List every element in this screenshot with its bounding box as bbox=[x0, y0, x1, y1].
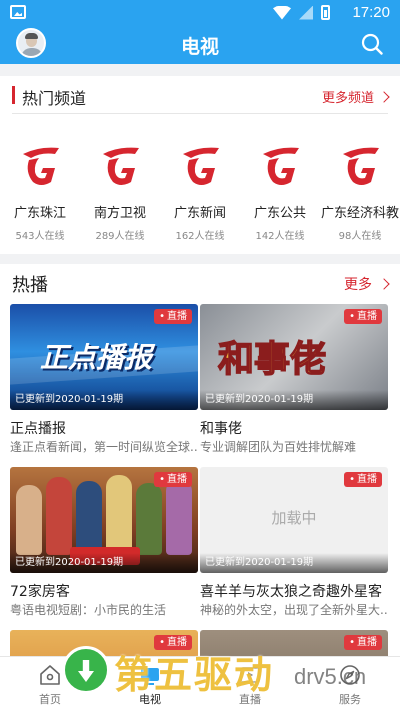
channel-viewers: 142人在线 bbox=[255, 231, 305, 242]
wifi-icon bbox=[273, 5, 291, 20]
home-icon bbox=[40, 665, 60, 685]
search-icon[interactable] bbox=[360, 32, 384, 56]
show-title: 72家房客 bbox=[10, 584, 70, 600]
more-shows-link[interactable]: 更多 bbox=[344, 274, 390, 294]
tab-live[interactable]: 直播 bbox=[200, 657, 300, 711]
channel-viewers: 543人在线 bbox=[15, 231, 65, 242]
live-icon bbox=[240, 667, 260, 683]
channel-item[interactable]: 广东公共 142人在线 bbox=[240, 140, 320, 250]
compass-icon bbox=[340, 665, 360, 685]
tab-label: 服务 bbox=[339, 693, 361, 706]
gallery-notification-icon bbox=[10, 5, 26, 19]
channel-name: 广东经济科教 bbox=[320, 206, 399, 221]
update-info: 已更新到2020-01-19期 bbox=[200, 553, 388, 573]
channel-name: 南方卫视 bbox=[93, 206, 146, 221]
channel-viewers: 289人在线 bbox=[95, 231, 145, 242]
divider bbox=[12, 113, 388, 114]
channel-item[interactable]: 广东珠江 543人在线 bbox=[0, 140, 80, 250]
battery-icon bbox=[321, 5, 330, 20]
show-title: 和事佬 bbox=[200, 421, 242, 437]
show-thumbnail: 正点播报 直播 已更新到2020-01-19期 bbox=[10, 304, 198, 410]
channel-logo-icon bbox=[103, 147, 139, 185]
channel-name: 广东珠江 bbox=[13, 206, 66, 221]
update-info: 已更新到2020-01-19期 bbox=[10, 390, 198, 410]
channel-viewers: 162人在线 bbox=[175, 231, 225, 242]
more-channels-link[interactable]: 更多频道 bbox=[321, 87, 390, 106]
tab-label: 直播 bbox=[239, 693, 261, 706]
show-thumbnail: 加载中 直播 已更新到2020-01-19期 bbox=[200, 467, 388, 573]
thumbnail-caption: 正点播报 bbox=[40, 341, 153, 374]
live-badge: 直播 bbox=[344, 472, 382, 487]
show-description: 逢正点看新闻，第一时间纵览全球... bbox=[10, 440, 198, 454]
app-header: 电视 bbox=[0, 26, 400, 64]
show-thumbnail: 直播 已更新到2020-01-19期 bbox=[10, 467, 198, 573]
channel-item[interactable]: 广东新闻 162人在线 bbox=[160, 140, 240, 250]
channel-viewers: 98人在线 bbox=[338, 231, 382, 242]
section-gap bbox=[0, 254, 400, 264]
live-badge: 直播 bbox=[154, 635, 192, 650]
live-badge: 直播 bbox=[344, 309, 382, 324]
update-info: 已更新到2020-01-19期 bbox=[10, 553, 198, 573]
show-title: 喜羊羊与灰太狼之奇趣外星客 bbox=[200, 584, 382, 600]
channel-item[interactable]: 广东经济科教 98人在线 bbox=[320, 140, 400, 250]
more-shows-label: 更多 bbox=[344, 277, 372, 293]
status-time: 17:20 bbox=[352, 4, 390, 21]
show-description: 神秘的外太空，出现了全新外星大... bbox=[200, 603, 388, 617]
channel-logo-icon bbox=[183, 147, 219, 185]
channel-name: 广东新闻 bbox=[173, 206, 226, 221]
channel-item[interactable]: 南方卫视 289人在线 bbox=[80, 140, 160, 250]
chevron-right-icon bbox=[378, 90, 390, 103]
signal-icon bbox=[299, 5, 313, 20]
tab-tv[interactable]: 电视 bbox=[100, 657, 200, 711]
live-badge: 直播 bbox=[344, 635, 382, 650]
show-description: 粤语电视短剧：小市民的生活 bbox=[10, 603, 167, 617]
section-gap bbox=[0, 64, 400, 76]
channel-logo-icon bbox=[343, 147, 379, 185]
section-accent-bar bbox=[12, 86, 15, 104]
update-info: 已更新到2020-01-19期 bbox=[200, 390, 388, 410]
channel-logo-icon bbox=[23, 147, 59, 185]
tab-service[interactable]: 服务 bbox=[300, 657, 400, 711]
tv-icon bbox=[141, 668, 159, 685]
page-title: 电视 bbox=[180, 36, 219, 58]
channel-name: 广东公共 bbox=[253, 206, 306, 221]
thumbnail-caption: 和事佬 bbox=[217, 338, 327, 381]
show-title: 正点播报 bbox=[10, 421, 66, 437]
live-badge: 直播 bbox=[154, 309, 192, 324]
tab-label: 电视 bbox=[139, 693, 161, 706]
channel-logo-icon bbox=[263, 147, 299, 185]
channel-list: 广东珠江 543人在线 南方卫视 289人在线 广东新闻 162人在线 广东公共… bbox=[0, 140, 400, 250]
chevron-right-icon bbox=[378, 278, 390, 290]
show-thumbnail: 和事佬 直播 已更新到2020-01-19期 bbox=[200, 304, 388, 410]
hot-channels-header: 热门频道 更多频道 bbox=[0, 76, 400, 114]
live-badge: 直播 bbox=[154, 472, 192, 487]
hot-channels-title: 热门频道 bbox=[22, 89, 87, 108]
loading-placeholder: 加载中 bbox=[271, 509, 317, 527]
hot-shows-title: 热播 bbox=[12, 275, 48, 296]
status-bar: 17:20 bbox=[0, 0, 400, 26]
hot-shows-header: 热播 更多 bbox=[0, 266, 400, 304]
tab-label: 首页 bbox=[39, 693, 61, 706]
tab-home[interactable]: 首页 bbox=[0, 657, 100, 711]
more-channels-label: 更多频道 bbox=[321, 91, 374, 106]
show-description: 专业调解团队为百姓排忧解难 bbox=[200, 440, 357, 454]
bottom-tab-bar: 首页 电视 直播 服务 bbox=[0, 656, 400, 711]
